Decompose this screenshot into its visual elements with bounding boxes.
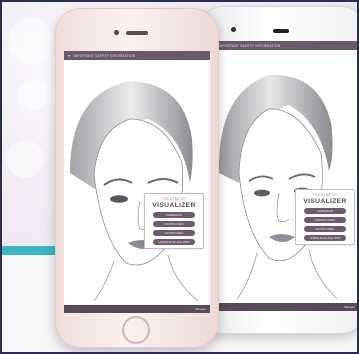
android-screen: ▾IMPORTANT SAFETY INFORMATION TREATMENT … — [209, 41, 359, 311]
face-illustration — [70, 81, 199, 301]
panel-title-large: VISUALIZER — [152, 202, 196, 209]
frown-lines-button[interactable]: FROWN LINES — [304, 217, 346, 223]
crows-feet-button[interactable]: CROW'S FEET — [304, 226, 346, 232]
panel-title-small: TREATMENT — [312, 193, 338, 197]
forehead-button[interactable]: FOREHEAD — [304, 208, 346, 214]
earpiece-speaker — [126, 31, 148, 35]
face-illustration — [218, 74, 338, 299]
iphone: ▾ IMPORTANT SAFETY INFORMATION TREATMENT … — [55, 8, 219, 348]
app-footer: Allergan — [64, 305, 210, 313]
brand-logo: Allergan — [194, 307, 206, 311]
forehead-button[interactable]: FOREHEAD — [153, 212, 195, 218]
home-button[interactable] — [122, 316, 150, 344]
android-phone: ▾IMPORTANT SAFETY INFORMATION TREATMENT … — [200, 6, 359, 334]
decor-bubble — [18, 80, 48, 110]
brand-logo: Allergan — [343, 305, 355, 309]
treatment-visualizer-panel: TREATMENT VISUALIZER FOREHEAD FROWN LINE… — [144, 193, 204, 249]
under-eye-hollows-button[interactable]: UNDER EYE HOLLOWS — [153, 239, 195, 245]
safety-info-bar[interactable]: ▾IMPORTANT SAFETY INFORMATION — [209, 41, 359, 50]
app-footer: Allergan — [209, 303, 359, 311]
panel-title-large: VISUALIZER — [303, 198, 347, 205]
caret-down-icon: ▾ — [68, 53, 71, 58]
safety-info-label: IMPORTANT SAFETY INFORMATION — [218, 44, 281, 48]
front-camera — [231, 27, 236, 32]
iphone-screen: ▾ IMPORTANT SAFETY INFORMATION TREATMENT … — [64, 51, 210, 313]
safety-info-bar[interactable]: ▾IMPORTANT SAFETY INFORMATION — [64, 51, 210, 60]
frown-lines-button[interactable]: FROWN LINES — [153, 221, 195, 227]
safety-info-label: IMPORTANT SAFETY INFORMATION — [73, 54, 136, 58]
decor-bubble — [6, 140, 44, 178]
decor-bubble — [8, 18, 54, 64]
under-eye-hollows-button[interactable]: UNDER EYE HOLLOWS — [304, 235, 346, 241]
earpiece-speaker — [273, 29, 289, 33]
panel-title-small: TREATMENT — [161, 197, 187, 201]
crows-feet-button[interactable]: CROW'S FEET — [153, 230, 195, 236]
treatment-visualizer-panel: TREATMENT VISUALIZER FOREHEAD FROWN LINE… — [295, 189, 355, 245]
front-camera — [114, 30, 119, 35]
